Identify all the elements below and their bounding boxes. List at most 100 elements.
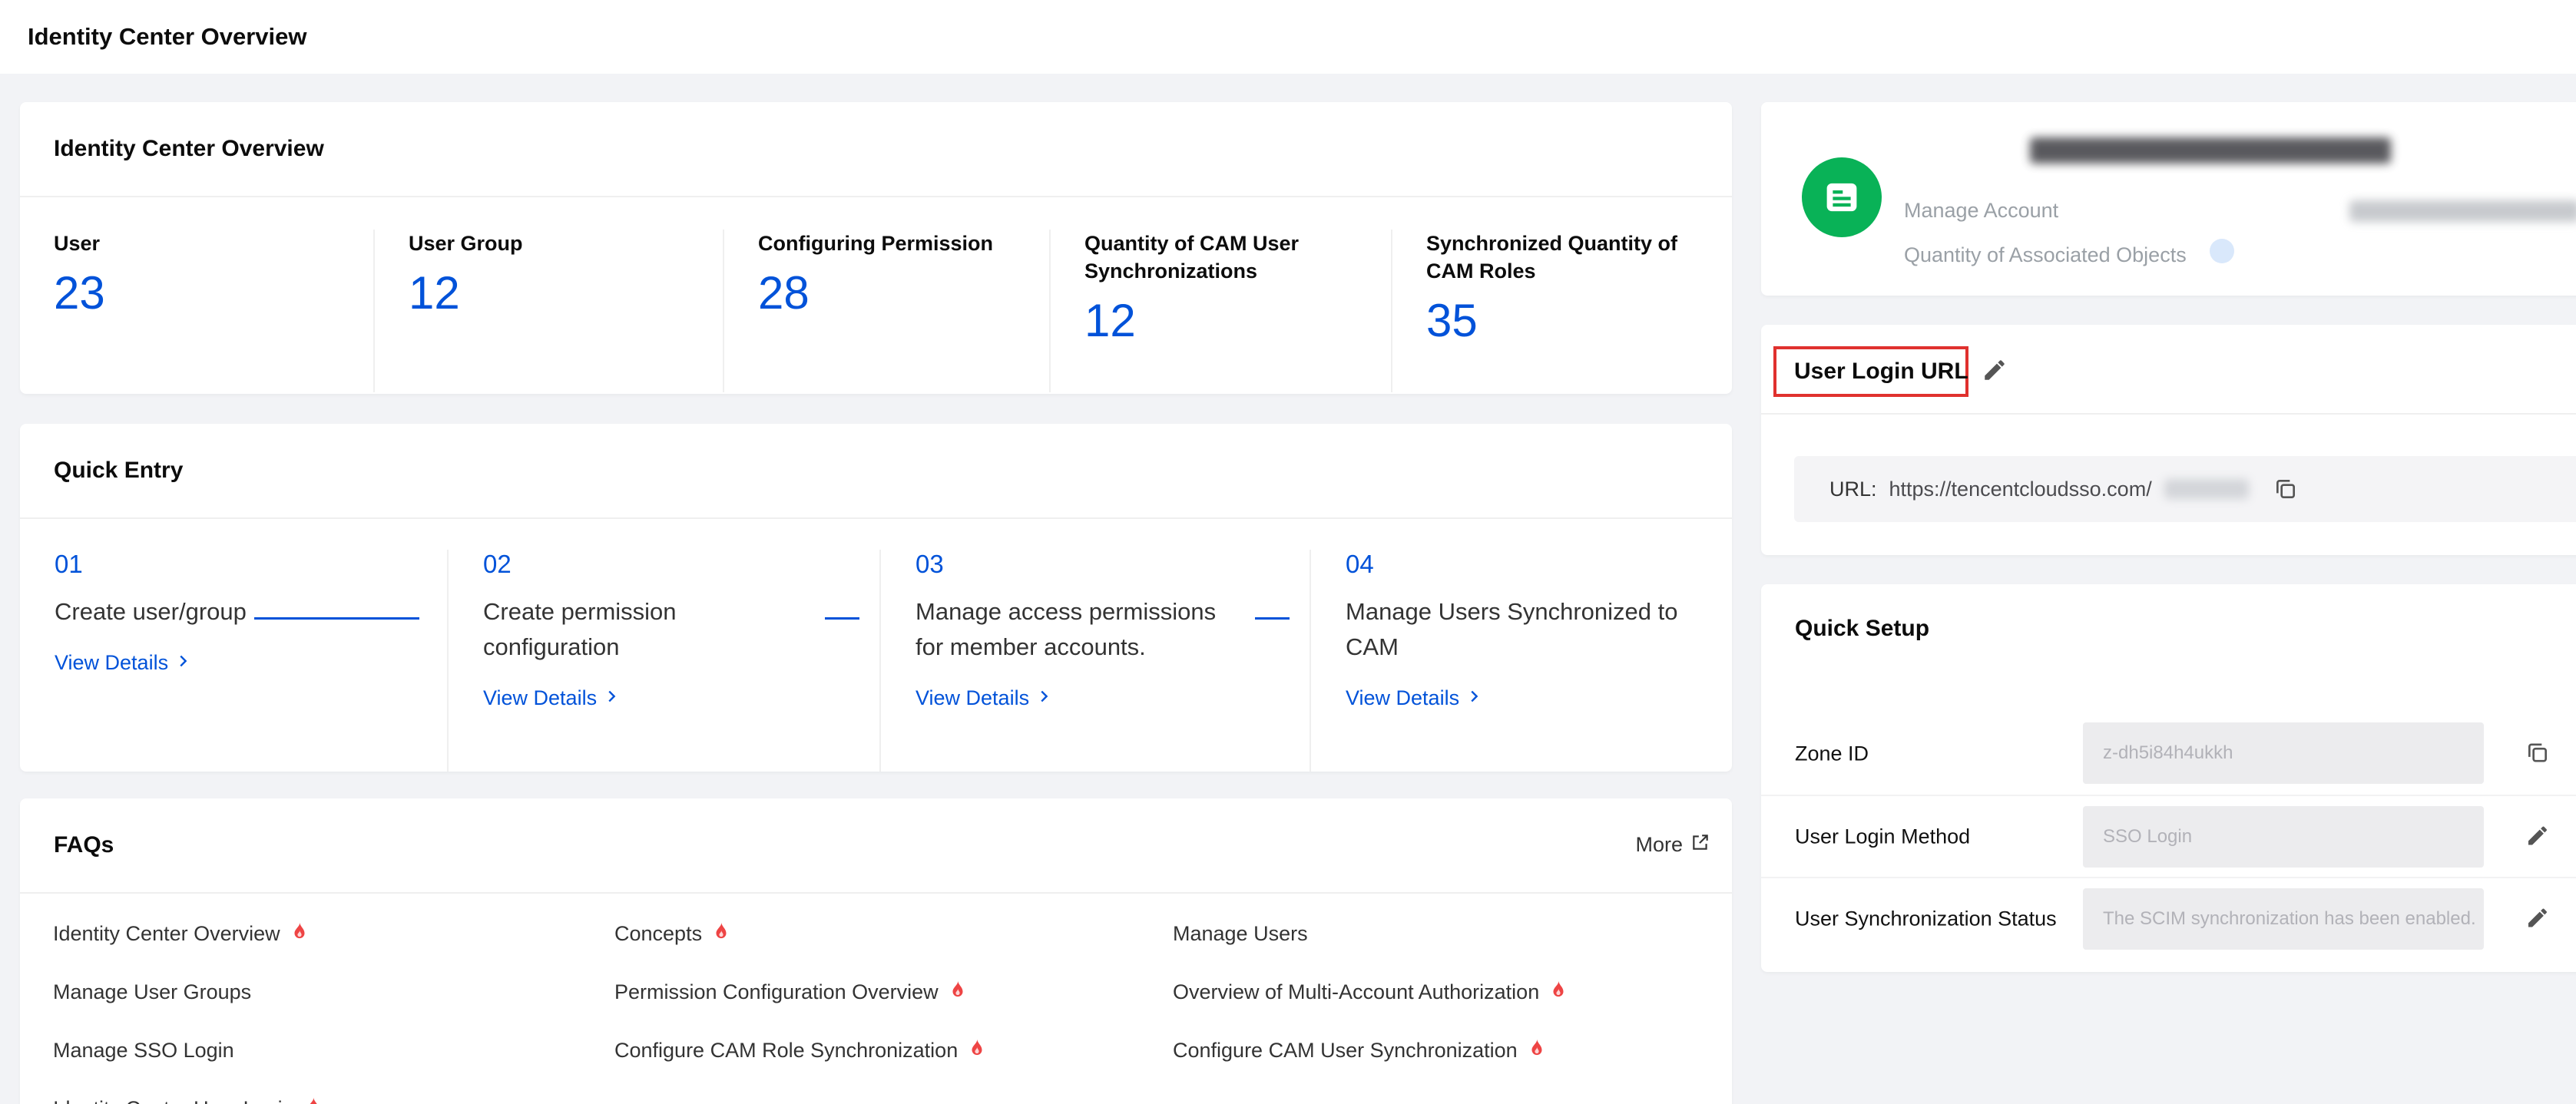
faq-link-label: Identity Center User Login xyxy=(53,1097,294,1104)
user-login-url-title: User Login URL xyxy=(1794,348,1968,395)
zone-id-label: Zone ID xyxy=(1795,742,1869,765)
view-details-label: View Details xyxy=(55,651,168,675)
flame-icon xyxy=(948,980,968,1005)
faq-column-1: Identity Center Overview Manage User Gro… xyxy=(53,920,323,1104)
stat-label: Quantity of CAM User Synchronizations xyxy=(1084,230,1369,285)
url-value: https://tencentcloudsso.com/ xyxy=(1889,478,2152,501)
zone-id-value: z-dh5i84h4ukkh xyxy=(2083,722,2484,784)
quick-entry-card: Quick Entry 01 Create user/group View De… xyxy=(20,424,1732,772)
view-details-label: View Details xyxy=(916,686,1029,710)
stat-label: Configuring Permission xyxy=(758,230,1042,257)
chevron-right-icon xyxy=(1035,686,1052,710)
faq-link[interactable]: Identity Center User Login xyxy=(53,1095,323,1104)
step-text: Manage access permissions for member acc… xyxy=(916,594,1223,665)
quick-entry-card-title: Quick Entry xyxy=(20,424,1732,519)
step-number: 01 xyxy=(55,550,424,579)
stat-user-group: User Group 12 xyxy=(373,230,723,392)
faq-link[interactable]: Permission Configuration Overview xyxy=(614,978,987,1006)
faq-link[interactable]: Configure CAM Role Synchronization xyxy=(614,1036,987,1064)
overview-card: Identity Center Overview User 23 User Gr… xyxy=(20,102,1732,394)
account-card-icon xyxy=(1802,157,1882,237)
faq-link[interactable]: Concepts xyxy=(614,920,987,947)
faq-link[interactable]: Identity Center Overview xyxy=(53,920,323,947)
faq-link[interactable]: Manage Users xyxy=(1173,920,1568,947)
faqs-card-title: FAQs xyxy=(20,798,1732,894)
faq-link-label: Manage SSO Login xyxy=(53,1039,234,1063)
quick-setup-title: Quick Setup xyxy=(1761,584,2576,673)
faq-link-label: Concepts xyxy=(614,922,702,946)
flame-icon xyxy=(1527,1038,1547,1063)
view-details-link[interactable]: View Details xyxy=(483,686,620,710)
flame-icon xyxy=(1548,980,1568,1005)
overview-card-title: Identity Center Overview xyxy=(20,102,1732,197)
overview-stats: User 23 User Group 12 Configuring Permis… xyxy=(20,197,1732,392)
quick-setup-row-sync-status: User Synchronization Status The SCIM syn… xyxy=(1761,877,2576,959)
associated-objects-label: Quantity of Associated Objects xyxy=(1904,243,2187,267)
redacted-url-suffix xyxy=(2164,479,2249,499)
flame-icon xyxy=(711,921,731,947)
faq-link[interactable]: Manage SSO Login xyxy=(53,1036,323,1064)
view-details-label: View Details xyxy=(1346,686,1459,710)
copy-url-button[interactable] xyxy=(2273,477,2298,504)
stat-value: 23 xyxy=(54,266,373,319)
faq-link[interactable]: Manage User Groups xyxy=(53,978,323,1006)
associated-objects-badge xyxy=(2210,239,2234,263)
faq-link-label: Configure CAM User Synchronization xyxy=(1173,1039,1518,1063)
stat-value: 12 xyxy=(409,266,723,319)
user-sync-status-label: User Synchronization Status xyxy=(1795,907,2057,930)
quick-entry-step-2: 02 Create permission configuration View … xyxy=(447,550,879,772)
faq-link-label: Manage User Groups xyxy=(53,980,251,1004)
faq-link-label: Permission Configuration Overview xyxy=(614,980,939,1004)
edit-login-method-button[interactable] xyxy=(2525,823,2550,850)
card-divider xyxy=(1761,413,2576,415)
faq-link[interactable]: Overview of Multi-Account Authorization xyxy=(1173,978,1568,1006)
user-login-method-label: User Login Method xyxy=(1795,825,1970,848)
stat-label: Synchronized Quantity of CAM Roles xyxy=(1426,230,1710,285)
user-login-url-card: User Login URL URL: https://tencentcloud… xyxy=(1761,325,2576,555)
step-connector-line xyxy=(254,617,419,620)
faq-link[interactable]: Configure CAM User Synchronization xyxy=(1173,1036,1568,1064)
copy-icon xyxy=(2525,740,2550,767)
quick-entry-steps: 01 Create user/group View Details 02 Cre… xyxy=(20,519,1732,772)
faqs-more-link[interactable]: More xyxy=(1635,832,1710,858)
copy-zone-id-button[interactable] xyxy=(2525,740,2550,767)
view-details-link[interactable]: View Details xyxy=(55,651,191,675)
login-url-bar: URL: https://tencentcloudsso.com/ xyxy=(1794,456,2576,522)
stat-configuring-permission: Configuring Permission 28 xyxy=(723,230,1049,392)
stat-value: 12 xyxy=(1084,294,1391,347)
redacted-account-name xyxy=(2030,137,2391,164)
flame-icon xyxy=(303,1096,323,1104)
flame-icon xyxy=(290,921,310,947)
faq-link-label: Manage Users xyxy=(1173,922,1308,946)
user-login-method-value: SSO Login xyxy=(2083,806,2484,868)
faq-column-2: Concepts Permission Configuration Overvi… xyxy=(614,920,987,1064)
faq-link-label: Overview of Multi-Account Authorization xyxy=(1173,980,1539,1004)
faq-link-label: Identity Center Overview xyxy=(53,922,280,946)
chevron-right-icon xyxy=(174,651,191,675)
view-details-link[interactable]: View Details xyxy=(1346,686,1482,710)
pencil-icon xyxy=(1982,357,2008,385)
manage-account-label: Manage Account xyxy=(1904,199,2058,223)
view-details-link[interactable]: View Details xyxy=(916,686,1052,710)
page-title: Identity Center Overview xyxy=(28,23,307,51)
view-details-label: View Details xyxy=(483,686,597,710)
step-connector-dash xyxy=(825,617,859,620)
stat-label: User xyxy=(54,230,338,257)
step-text: Create user/group xyxy=(55,594,424,630)
step-connector-dash xyxy=(1255,617,1290,620)
quick-entry-step-3: 03 Manage access permissions for member … xyxy=(879,550,1310,772)
url-label: URL: xyxy=(1829,478,1877,501)
external-link-icon xyxy=(1690,832,1710,858)
page-header: Identity Center Overview xyxy=(0,0,2576,74)
user-sync-status-value: The SCIM synchronization has been enable… xyxy=(2083,888,2484,950)
quick-setup-rows: Zone ID z-dh5i84h4ukkh User Login Method… xyxy=(1761,712,2576,959)
faqs-card: FAQs More Identity Center Overview Manag… xyxy=(20,798,1732,1104)
quick-setup-row-zone-id: Zone ID z-dh5i84h4ukkh xyxy=(1761,712,2576,795)
stat-value: 28 xyxy=(758,266,1049,319)
edit-sync-status-button[interactable] xyxy=(2525,905,2550,932)
step-number: 04 xyxy=(1346,550,1709,579)
quick-entry-step-4: 04 Manage Users Synchronized to CAM View… xyxy=(1310,550,1732,772)
step-number: 02 xyxy=(483,550,856,579)
edit-login-url-button[interactable] xyxy=(1982,357,2008,385)
faq-column-3: Manage Users Overview of Multi-Account A… xyxy=(1173,920,1568,1064)
